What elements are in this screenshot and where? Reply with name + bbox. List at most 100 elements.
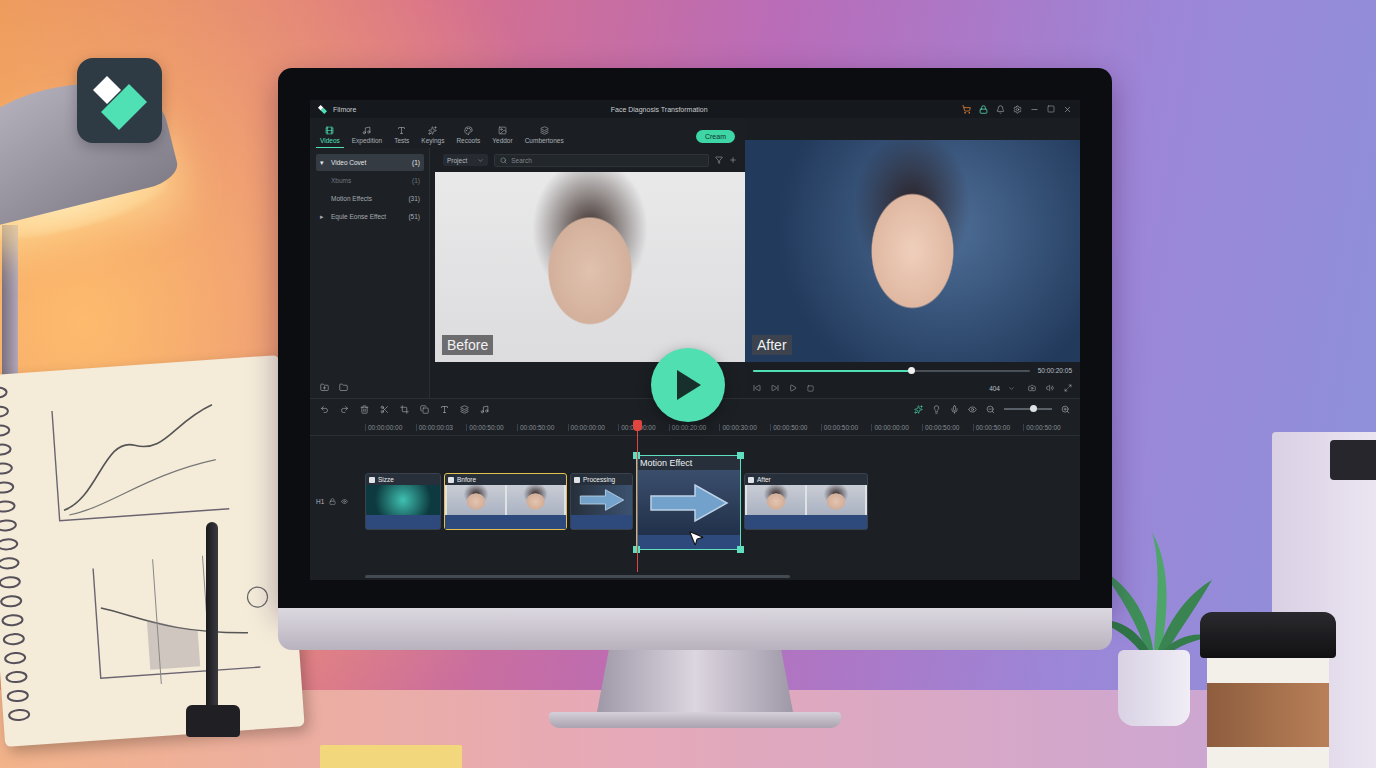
media-tab[interactable]: Cumbertones	[521, 126, 568, 148]
scrub-knob[interactable]	[908, 367, 915, 374]
tab-icon	[540, 126, 549, 135]
monitor: FilmoreFace Diagnosis TransformationVide…	[278, 68, 1112, 728]
clip-strip	[637, 535, 740, 549]
bell-icon[interactable]	[996, 105, 1005, 114]
big-play-button[interactable]	[651, 348, 725, 422]
filter-icon[interactable]	[715, 156, 723, 164]
maximize-icon[interactable]	[1047, 105, 1055, 113]
copy-icon[interactable]	[420, 405, 429, 414]
zoom-out-icon[interactable]	[986, 405, 995, 414]
redo-icon[interactable]	[340, 405, 349, 414]
face-thumbnail	[747, 485, 805, 515]
minimize-icon[interactable]	[1030, 105, 1039, 114]
crop-icon[interactable]	[400, 405, 409, 414]
ruler-tick: 00:00:50:00	[466, 424, 517, 431]
cup-lid	[1200, 612, 1336, 658]
skip-forward-icon[interactable]	[771, 384, 779, 392]
timeline-clip[interactable]: Processing	[570, 473, 633, 530]
mic-icon[interactable]	[950, 405, 959, 414]
folder-icon[interactable]	[339, 383, 348, 392]
eye-icon[interactable]	[968, 405, 977, 414]
search-field[interactable]: Search	[494, 154, 709, 167]
ruler-tick: 00:00:50:00	[973, 424, 1024, 431]
sticky-note	[320, 745, 462, 768]
playhead-cap[interactable]	[633, 420, 642, 431]
clip-thumbnail	[366, 485, 440, 515]
split-icon[interactable]	[380, 405, 389, 414]
sidebar-item[interactable]: Xbums(1)	[316, 172, 424, 189]
delete-icon[interactable]	[360, 405, 369, 414]
ruler-tick: 00:00:50:00	[1023, 424, 1074, 431]
player-controls: 404	[745, 379, 1080, 397]
time-ruler[interactable]: 00:00:00:0000:00:00:0300:00:50:0000:00:5…	[310, 419, 1080, 436]
timecode: 50:00:20:05	[1038, 367, 1072, 374]
lock-icon[interactable]	[979, 105, 988, 114]
after-label: After	[752, 335, 792, 355]
idea-icon[interactable]	[932, 405, 941, 414]
timeline-clip[interactable]: Motion Effect	[636, 455, 741, 550]
create-button[interactable]: Cream	[696, 130, 735, 143]
scope-select[interactable]: Project	[443, 154, 488, 166]
timeline-clip[interactable]: Bnfore	[444, 473, 567, 530]
player-panel: After 50:00:20:05 404	[745, 118, 1080, 398]
video-track: H1SizzeBnforeProcessingMotion EffectAfte…	[310, 473, 1080, 530]
before-label: Before	[442, 335, 493, 355]
skip-back-icon[interactable]	[753, 384, 761, 392]
fullscreen-icon[interactable]	[1064, 384, 1072, 392]
audio-icon[interactable]	[480, 405, 489, 414]
clip-badge	[448, 477, 454, 483]
sidebar-count: (31)	[408, 195, 420, 202]
tab-icon	[428, 126, 437, 135]
volume-icon[interactable]	[1046, 384, 1054, 392]
new-folder-icon[interactable]	[320, 383, 329, 392]
add-icon[interactable]	[729, 156, 737, 164]
plant-pot	[1118, 650, 1190, 726]
clip-badge	[369, 477, 375, 483]
text-icon[interactable]	[440, 405, 449, 414]
tab-icon	[498, 126, 507, 135]
sidebar-item[interactable]: ▸Equle Eonse Effect(51)	[316, 208, 424, 225]
timeline-scrollbar[interactable]	[310, 572, 1080, 580]
settings-icon[interactable]	[1013, 105, 1022, 114]
expander[interactable]: ▾	[320, 159, 328, 167]
zoom-in-icon[interactable]	[1061, 405, 1070, 414]
expander[interactable]: ▸	[320, 213, 328, 221]
cart-icon[interactable]	[962, 105, 971, 114]
undo-icon[interactable]	[320, 405, 329, 414]
snapshot-icon[interactable]	[1028, 384, 1036, 392]
track-header: H1	[310, 473, 362, 530]
playhead[interactable]	[637, 420, 638, 572]
resize-handle[interactable]	[737, 546, 744, 553]
media-tab[interactable]: Videos	[316, 126, 344, 148]
media-tab[interactable]: Tests	[390, 126, 413, 148]
app-name: Filmore	[333, 106, 356, 113]
resize-handle[interactable]	[737, 452, 744, 459]
close-icon[interactable]	[1063, 105, 1072, 114]
ai-icon[interactable]	[914, 405, 923, 414]
scrub-bar[interactable]	[753, 370, 1030, 372]
media-tab[interactable]: Yeddor	[488, 126, 516, 148]
ruler-tick: 00:00:50:00	[922, 424, 973, 431]
sidebar-item[interactable]: Motion Effects(31)	[316, 190, 424, 207]
clip-strip	[571, 515, 632, 529]
stop-icon[interactable]	[807, 385, 814, 392]
play-icon[interactable]	[789, 384, 797, 392]
sidebar-count: (51)	[408, 213, 420, 220]
layers-icon[interactable]	[460, 405, 469, 414]
timeline-clip[interactable]: After	[744, 473, 868, 530]
track-eye-icon[interactable]	[341, 498, 348, 505]
media-tab[interactable]: Keyings	[417, 126, 448, 148]
scroll-thumb[interactable]	[365, 575, 790, 578]
timeline-clip[interactable]: Sizze	[365, 473, 441, 530]
media-tab[interactable]: Expedition	[348, 126, 386, 148]
sidebar-label: Equle Eonse Effect	[331, 213, 405, 220]
sidebar-item[interactable]: ▾Video Covet(1)	[316, 154, 424, 171]
quality-select[interactable]: 404	[986, 384, 1018, 393]
zoom-knob[interactable]	[1030, 405, 1037, 412]
lamp-arm	[2, 225, 18, 375]
media-tab[interactable]: Recoots	[452, 126, 484, 148]
track-lock-icon[interactable]	[329, 498, 336, 505]
clip-badge	[748, 477, 754, 483]
zoom-slider[interactable]	[1004, 408, 1052, 410]
ruler-tick: 00:00:00:03	[416, 424, 467, 431]
